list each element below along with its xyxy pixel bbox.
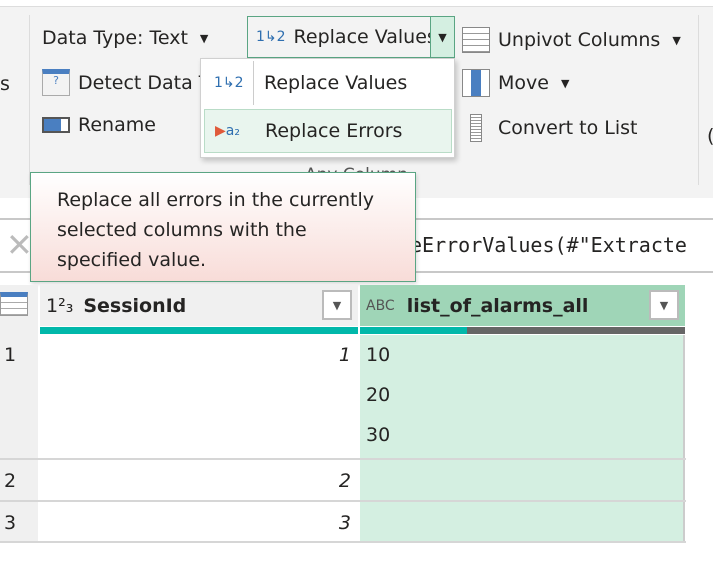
filter-dropdown-button[interactable]: ▼ [649, 290, 679, 320]
detect-data-type-label: Detect Data T [78, 71, 211, 94]
table-cell[interactable] [366, 504, 676, 540]
row-divider [0, 458, 686, 460]
table-cell[interactable]: 3 [339, 512, 351, 534]
unpivot-columns-label: Unpivot Columns [498, 29, 661, 51]
replace-values-split-button[interactable]: 1↳2 Replace Values ▼ [247, 16, 455, 58]
row-number: 2 [4, 470, 17, 492]
whole-number-type-icon[interactable]: 1²₃ [46, 295, 73, 317]
column-quality-bar [40, 327, 358, 334]
caret-down-icon: ▼ [672, 33, 681, 47]
replace-values-label: Replace Values [293, 26, 437, 48]
menu-item-label: Replace Values [264, 72, 408, 94]
replace-errors-icon: ▶a₂ [215, 123, 240, 139]
table-cell[interactable]: 2 [339, 470, 351, 492]
unpivot-columns-button[interactable]: Unpivot Columns ▼ [462, 27, 681, 53]
replace-values-icon: 1↳2 [256, 29, 286, 45]
detect-data-type-button[interactable]: ? Detect Data T [42, 69, 210, 96]
list-icon [470, 114, 482, 142]
table-cell[interactable]: 30 [366, 424, 390, 446]
rename-icon [42, 117, 70, 133]
row-number: 3 [4, 512, 17, 534]
replace-values-icon: 1↳2 [214, 75, 244, 91]
data-type-label: Data Type: Text [42, 27, 188, 49]
divider [29, 15, 30, 185]
column-header-sessionid[interactable]: 1²₃ SessionId ▼ [40, 285, 358, 326]
rename-button[interactable]: Rename [42, 114, 156, 136]
menu-item-label: Replace Errors [265, 120, 403, 142]
partial-label: s [0, 73, 10, 95]
column-header-list-of-alarms-all[interactable]: ABC list_of_alarms_all ▼ [360, 285, 685, 326]
table-cell[interactable]: 1 [339, 344, 351, 366]
row-header-column [0, 285, 38, 543]
move-icon [462, 69, 490, 97]
caret-down-icon: ▼ [560, 76, 570, 90]
data-type-button[interactable]: Data Type: Text ▼ [42, 27, 208, 49]
row-divider [0, 500, 686, 502]
convert-to-list-button[interactable]: Convert to List [470, 114, 638, 142]
partial-label: ( [707, 125, 713, 147]
convert-to-list-label: Convert to List [498, 117, 638, 139]
column-quality-bar [360, 327, 685, 334]
formula-text[interactable]: eErrorValues(#"Extracte [410, 233, 687, 257]
unpivot-icon [462, 27, 490, 53]
filter-dropdown-button[interactable]: ▼ [322, 290, 352, 320]
table-cell[interactable]: 20 [366, 384, 390, 406]
rename-label: Rename [78, 114, 156, 136]
row-number: 1 [4, 344, 17, 366]
table-question-icon: ? [42, 69, 70, 96]
table-cell[interactable] [366, 462, 676, 498]
table-menu-icon[interactable] [0, 292, 28, 316]
column-name: SessionId [83, 294, 187, 317]
table-cell[interactable]: 10 [366, 344, 390, 366]
tooltip-text: Replace all errors in the currently sele… [57, 189, 375, 271]
divider [698, 15, 699, 185]
tooltip: Replace all errors in the currently sele… [30, 172, 416, 282]
replace-values-dropdown-menu: 1↳2 Replace Values ▶a₂ Replace Errors [200, 58, 455, 158]
dropdown-arrow-button[interactable]: ▼ [430, 17, 454, 57]
move-label: Move [498, 72, 549, 94]
cancel-icon[interactable]: ✕ [6, 226, 33, 264]
menu-item-replace-values[interactable]: 1↳2 Replace Values [204, 61, 452, 105]
row-divider [0, 541, 686, 543]
menu-item-replace-errors[interactable]: ▶a₂ Replace Errors [204, 109, 452, 153]
sessionid-column-body [40, 335, 358, 543]
text-type-icon[interactable]: ABC [366, 298, 395, 314]
caret-down-icon: ▼ [199, 31, 209, 45]
column-name: list_of_alarms_all [406, 294, 589, 317]
move-button[interactable]: Move ▼ [462, 69, 569, 97]
